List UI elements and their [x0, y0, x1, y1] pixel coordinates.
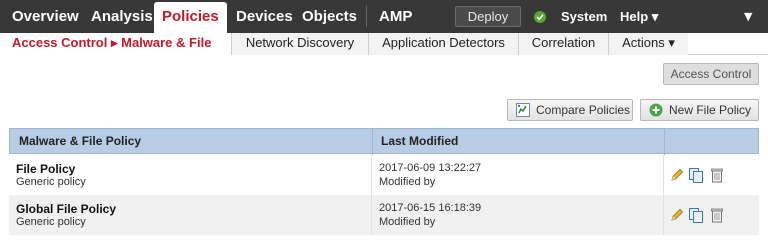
row-actions	[669, 167, 759, 185]
cell-divider	[663, 155, 664, 195]
pencil-icon[interactable]	[669, 207, 685, 223]
pencil-icon[interactable]	[669, 167, 685, 183]
new-file-policy-label: New File Policy	[669, 103, 752, 117]
policy-description: Generic policy	[16, 176, 86, 188]
policy-name: File Policy	[16, 162, 76, 176]
nav-policies[interactable]: Policies	[154, 2, 227, 33]
compare-policies-button[interactable]: Compare Policies	[507, 99, 633, 121]
table-row: Global File Policy Generic policy 2017-0…	[9, 195, 759, 235]
modified-by: Modified by	[379, 176, 436, 188]
modified-date: 2017-06-15 16:18:39	[379, 202, 482, 214]
trash-icon[interactable]	[709, 207, 725, 223]
compare-policies-label: Compare Policies	[536, 103, 631, 117]
tab-correlation[interactable]: Correlation	[518, 33, 608, 55]
cell-divider	[371, 195, 372, 235]
policy-description: Generic policy	[16, 216, 86, 228]
access-control-button[interactable]: Access Control	[663, 63, 759, 85]
sub-nav: Access Control ▸ Malware & File Network …	[0, 33, 768, 55]
nav-system[interactable]: System	[561, 0, 607, 33]
nav-divider	[366, 6, 367, 27]
modified-by: Modified by	[379, 216, 436, 228]
copy-icon[interactable]	[688, 207, 704, 223]
compare-icon	[516, 103, 530, 117]
app-root: Overview Analysis Policies Devices Objec…	[0, 0, 768, 250]
table-row: File Policy Generic policy 2017-06-09 13…	[9, 155, 759, 195]
nav-overview[interactable]: Overview	[12, 0, 79, 33]
check-circle-icon[interactable]	[534, 11, 546, 23]
plus-circle-icon	[649, 103, 663, 117]
tab-application-detectors[interactable]: Application Detectors	[368, 33, 518, 55]
row-actions	[669, 207, 759, 225]
nav-objects[interactable]: Objects	[302, 0, 357, 33]
nav-analysis[interactable]: Analysis	[91, 0, 153, 33]
nav-amp[interactable]: AMP	[379, 0, 412, 33]
modified-date: 2017-06-09 13:22:27	[379, 162, 482, 174]
top-nav: Overview Analysis Policies Devices Objec…	[0, 0, 768, 33]
column-divider	[372, 129, 373, 155]
tab-network-discovery[interactable]: Network Discovery	[231, 33, 368, 55]
column-header-last-modified[interactable]: Last Modified	[381, 129, 458, 155]
column-header-policy[interactable]: Malware & File Policy	[19, 129, 141, 155]
column-divider	[664, 129, 665, 155]
policy-name: Global File Policy	[16, 202, 117, 216]
nav-devices[interactable]: Devices	[236, 0, 293, 33]
trash-icon[interactable]	[709, 167, 725, 183]
user-menu-caret-icon[interactable]: ▼	[744, 0, 752, 33]
copy-icon[interactable]	[688, 167, 704, 183]
cell-divider	[371, 155, 372, 195]
deploy-button[interactable]: Deploy	[455, 6, 521, 27]
nav-help[interactable]: Help ▾	[620, 0, 658, 33]
tab-access-control-malware-file[interactable]: Access Control ▸ Malware & File	[0, 33, 231, 55]
cell-divider	[663, 195, 664, 235]
new-file-policy-button[interactable]: New File Policy	[640, 99, 759, 121]
table-header: Malware & File Policy Last Modified	[9, 128, 759, 155]
actions-menu[interactable]: Actions ▾	[608, 33, 688, 55]
